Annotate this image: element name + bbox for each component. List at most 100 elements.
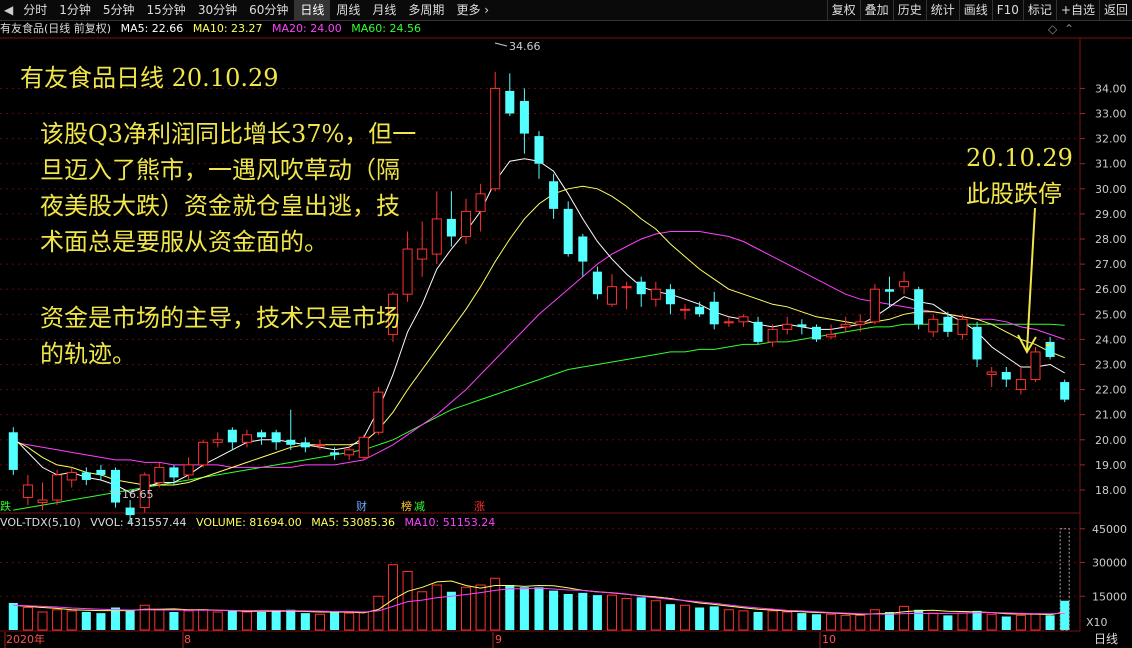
annotation-para1-line2: 旦迈入了熊市，一遇风吹草动（隔 [40, 156, 400, 184]
candle-body [37, 499, 48, 504]
volume-bar [22, 607, 33, 631]
x10-label: X10 [1086, 616, 1108, 629]
volume-bar [738, 610, 749, 631]
volume-tick-label: 45000 [1092, 523, 1127, 536]
volume-bar [37, 611, 48, 631]
candle-body [680, 308, 691, 311]
candle [606, 274, 618, 307]
candle-body [490, 87, 501, 190]
bang-marker[interactable]: 榜 [401, 499, 412, 513]
candle [344, 444, 355, 460]
annotation-title: 有友食品日线 20.10.29 [20, 64, 279, 92]
zhang-marker[interactable]: 涨 [474, 500, 485, 513]
candle [212, 432, 223, 448]
candle [534, 131, 544, 179]
candle-body [767, 328, 778, 343]
candle [198, 439, 209, 468]
volume-bar [344, 612, 355, 631]
candle-body [972, 326, 982, 360]
price-axis: 18.00 19.00 20.00 21.00 22.00 23.00 24.00 25.00… [1080, 82, 1127, 603]
candle-body [549, 181, 559, 209]
candle [1015, 367, 1026, 395]
candle [66, 467, 77, 488]
volume-bar [154, 609, 165, 631]
volume-bar [665, 604, 675, 630]
annotation-right: 20.10.29 此股跌停 [966, 140, 1073, 212]
volume-bar [198, 609, 209, 631]
price-tick-label: 31.00 [1095, 158, 1127, 171]
volume-bar [855, 614, 866, 631]
volume-bar [125, 609, 135, 630]
annotation-para2-line1: 资金是市场的主导，技术只是市场 [40, 304, 400, 332]
volume-bar [943, 615, 953, 630]
candle-body [81, 472, 91, 480]
price-tick-label: 28.00 [1095, 233, 1127, 246]
volume-bar [431, 584, 442, 631]
volume-bar [636, 597, 646, 630]
die-marker[interactable]: 跌 [0, 499, 11, 513]
price-tick-label: 21.00 [1095, 409, 1127, 422]
candle [986, 367, 997, 388]
candle-body [96, 469, 106, 475]
candle-body [344, 449, 355, 456]
candle-body [8, 432, 18, 470]
candle-body [826, 333, 837, 338]
volume-bar [241, 611, 252, 631]
volume-bar [257, 612, 267, 630]
price-tick-label: 25.00 [1095, 308, 1127, 321]
candle-body [738, 316, 749, 323]
annotation-para1-line4: 术面总是要服从资金面的。 [40, 228, 328, 256]
candle-body [884, 289, 894, 292]
candle [767, 324, 778, 347]
volume-bar [286, 609, 296, 630]
candle-body [665, 289, 675, 305]
candle [271, 429, 281, 450]
candle-body [286, 439, 296, 445]
volume-bar [505, 585, 515, 630]
candle [957, 314, 968, 340]
volume-bar [811, 614, 821, 630]
volume-bar [972, 610, 982, 630]
volume-bar [8, 603, 18, 630]
volume-bar [1045, 615, 1055, 630]
candle-body [227, 429, 237, 443]
candle-body [869, 288, 880, 323]
jian-marker[interactable]: 减 [414, 500, 425, 513]
volume-bar [212, 611, 223, 631]
volume-bar [869, 609, 880, 631]
month-label-10: 10 [822, 633, 836, 646]
candle-body [110, 469, 121, 503]
volume-bar [914, 609, 924, 630]
annotation-para1-line3: 夜美股大跌）资金就仓皇出逃，技 [40, 192, 400, 220]
volume-bar [66, 610, 77, 631]
candle [665, 284, 675, 315]
high-price-label: 34.66 [509, 40, 541, 53]
candle-body [519, 100, 529, 134]
volume-bar [986, 613, 997, 631]
candle [286, 409, 296, 450]
volume-bar [1060, 600, 1070, 630]
candle [782, 316, 793, 335]
candle [914, 286, 924, 330]
volume-bar [1030, 613, 1041, 631]
candle [840, 316, 851, 332]
cai-marker[interactable]: 财 [356, 499, 367, 513]
candle [431, 191, 442, 265]
candle-body [753, 321, 763, 342]
candle-body [650, 288, 661, 300]
candle [797, 319, 807, 335]
candle [241, 429, 252, 448]
volume-bar [606, 594, 618, 631]
candle-body [578, 236, 588, 262]
volume-tick-label: 15000 [1092, 590, 1127, 603]
candle [81, 467, 91, 485]
candle [227, 427, 237, 450]
price-tick-label: 27.00 [1095, 258, 1127, 271]
candle-body [943, 316, 953, 332]
candle [52, 469, 63, 506]
volume-bar [417, 591, 428, 631]
candle-body [855, 321, 866, 325]
volume-bar [782, 611, 793, 631]
period-bottom-label[interactable]: 日线 [1094, 632, 1118, 646]
volume-bar [271, 610, 281, 630]
